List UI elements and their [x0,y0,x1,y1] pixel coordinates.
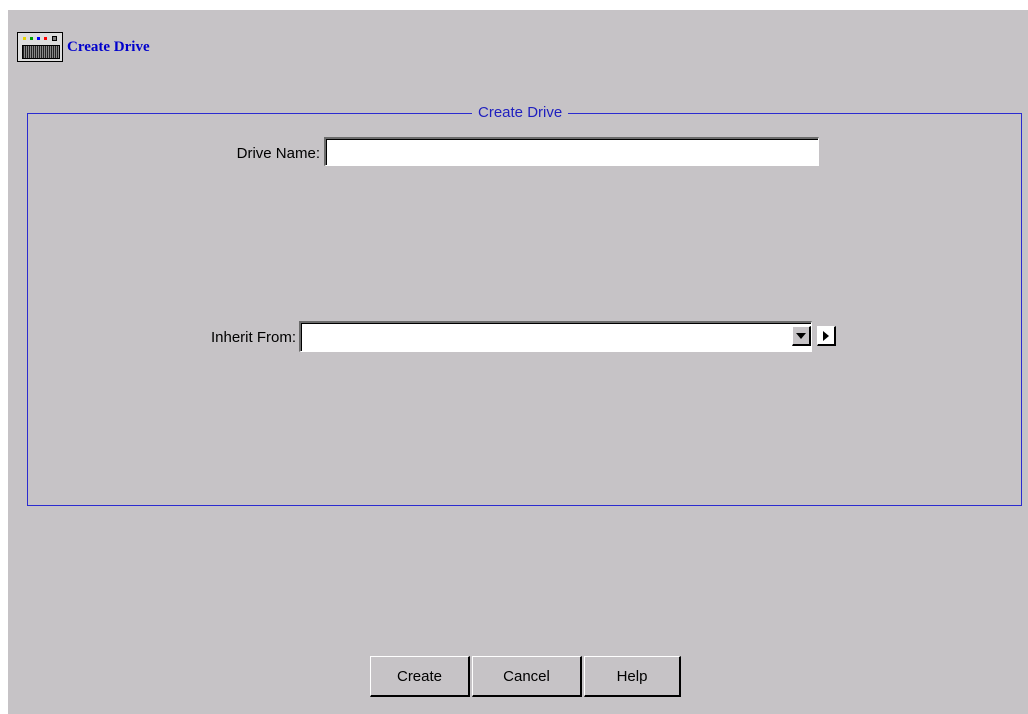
group-legend: Create Drive [472,104,569,122]
chevron-down-icon [796,332,806,339]
arrow-right-icon [823,330,829,341]
help-button[interactable]: Help [584,656,681,697]
inherit-from-browse-button[interactable] [817,326,836,346]
drive-name-input[interactable] [324,137,819,166]
inherit-from-dropdown-button[interactable] [792,326,811,346]
dialog-header: Create Drive [17,27,150,67]
create-drive-group: Create Drive [27,104,1022,506]
page-title: Create Drive [67,38,150,55]
inherit-from-select[interactable] [299,321,812,352]
cancel-button[interactable]: Cancel [472,656,582,697]
drive-name-label: Drive Name: [236,145,320,162]
drive-icon [17,32,63,62]
inherit-from-label: Inherit From: [210,329,296,346]
create-button[interactable]: Create [370,656,470,697]
